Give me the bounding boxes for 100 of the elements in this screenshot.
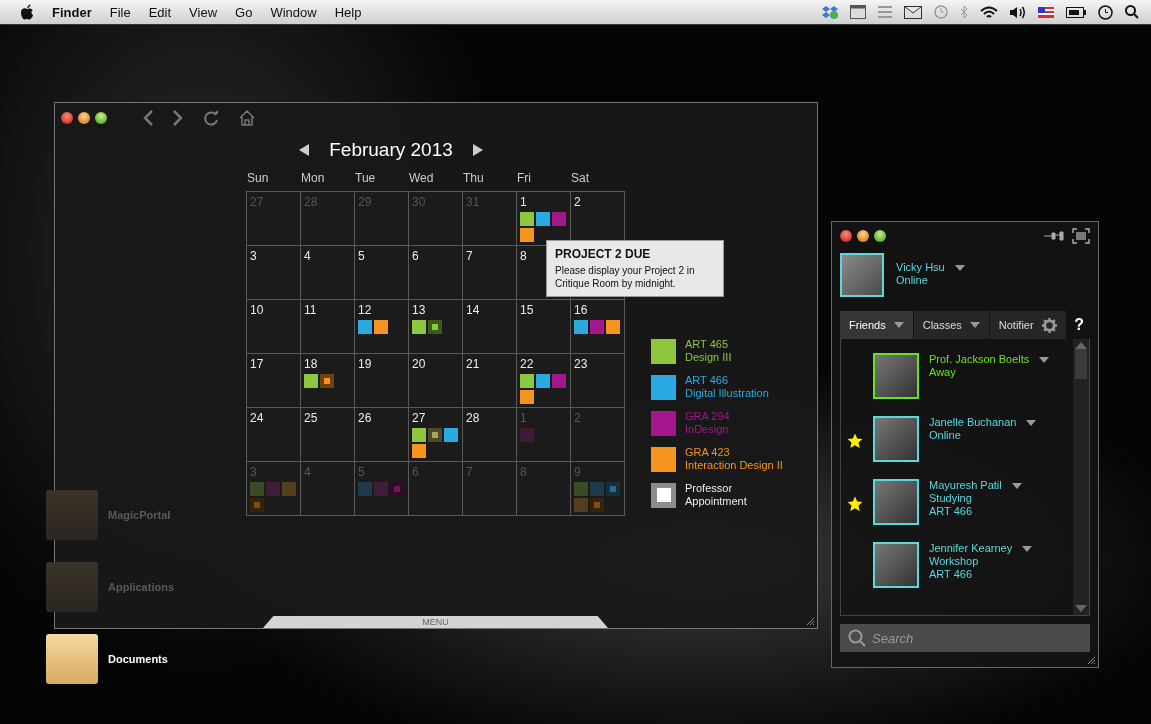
next-month-icon[interactable] [472,144,483,156]
appointment-marker[interactable] [606,482,620,496]
day-cell[interactable]: 17 [247,354,300,407]
day-cell[interactable]: 1 [517,192,570,245]
folder-icon[interactable] [46,490,98,540]
menu-item[interactable]: View [189,4,218,20]
day-cell[interactable]: 14 [463,300,516,353]
event-marker[interactable] [412,444,426,458]
event-marker[interactable] [444,428,458,442]
event-marker[interactable] [412,428,426,442]
help-button[interactable]: ? [1074,316,1084,334]
resize-grip-icon[interactable] [1087,656,1096,665]
bluetooth-icon[interactable] [960,5,968,19]
calendar-icon[interactable] [850,5,866,19]
forward-icon[interactable] [173,110,183,126]
event-marker[interactable] [520,390,534,404]
avatar-photo[interactable] [873,353,919,399]
mail-icon[interactable] [904,5,922,19]
appointment-marker[interactable] [428,320,442,334]
day-cell[interactable]: 21 [463,354,516,407]
avatar-photo[interactable] [873,542,919,588]
event-marker[interactable] [536,212,550,226]
day-cell[interactable]: 25 [301,408,354,461]
panel-tab[interactable]: Notifier [989,311,1066,339]
day-cell[interactable]: 11 [301,300,354,353]
friend-name[interactable]: Prof. Jackson Boelts [929,353,1030,366]
panel-tab[interactable]: Friends [840,311,913,339]
back-icon[interactable] [143,110,153,126]
day-cell[interactable]: 15 [517,300,570,353]
user-name[interactable]: Vicky Hsu [896,261,945,274]
reload-icon[interactable] [203,110,219,126]
minimize-button[interactable] [78,112,90,124]
home-icon[interactable] [239,110,255,126]
day-cell[interactable]: 20 [409,354,462,407]
event-marker[interactable] [552,374,566,388]
day-cell[interactable]: 7 [463,246,516,299]
resize-grip-icon[interactable] [806,617,815,626]
star-icon[interactable] [847,433,863,449]
scrollbar[interactable] [1073,339,1089,615]
appointment-marker[interactable] [320,374,334,388]
event-marker[interactable] [250,482,264,496]
day-cell[interactable]: 18 [301,354,354,407]
day-cell[interactable]: 26 [355,408,408,461]
menu-item[interactable]: Edit [148,4,172,20]
day-cell[interactable]: 16 [571,300,624,353]
scroll-thumb[interactable] [1075,349,1087,379]
search-icon[interactable] [1125,5,1139,19]
event-marker[interactable] [358,320,372,334]
minimize-button[interactable] [857,230,869,242]
desktop-icon-label[interactable]: Documents [108,653,168,665]
fullscreen-icon[interactable] [1072,228,1090,244]
event-marker[interactable] [358,482,372,496]
menu-item[interactable]: Help [334,4,362,20]
previous-month-icon[interactable] [299,144,310,156]
friend-name[interactable]: Mayuresh Patil [929,479,1002,492]
appointment-marker[interactable] [250,498,264,512]
day-cell[interactable]: 24 [247,408,300,461]
day-cell[interactable]: 10 [247,300,300,353]
day-cell[interactable]: 19 [355,354,408,407]
event-marker[interactable] [536,374,550,388]
event-marker[interactable] [574,482,588,496]
menu-item[interactable]: File [109,4,131,20]
appointment-marker[interactable] [590,498,604,512]
event-marker[interactable] [590,320,604,334]
friend-name[interactable]: Janelle Buchanan [929,416,1017,429]
day-cell[interactable]: 28 [463,408,516,461]
folder-icon[interactable] [46,634,98,684]
friend-name[interactable]: Jennifer Kearney [929,542,1013,555]
appointment-marker[interactable] [428,428,442,442]
panel-tab[interactable]: Classes [913,311,989,339]
battery-icon[interactable] [1066,6,1086,18]
menu-item[interactable]: Go [235,4,253,20]
clock-icon[interactable] [1098,4,1113,20]
close-button[interactable] [61,112,73,124]
event-marker[interactable] [374,320,388,334]
event-marker[interactable] [374,482,388,496]
event-marker[interactable] [520,228,534,242]
day-cell[interactable]: 23 [571,354,624,407]
day-cell[interactable]: 6 [409,246,462,299]
day-cell[interactable]: 3 [247,246,300,299]
day-cell[interactable]: 13 [409,300,462,353]
zoom-button[interactable] [95,112,107,124]
day-cell[interactable]: 27 [409,408,462,461]
day-cell[interactable]: 5 [355,246,408,299]
menu-tab[interactable]: MENU [263,616,608,628]
gear-icon[interactable] [1041,317,1057,333]
event-marker[interactable] [412,320,426,334]
apple-logo-icon[interactable] [20,4,34,20]
event-marker[interactable] [574,498,588,512]
day-cell[interactable]: 4 [301,246,354,299]
scroll-down-icon[interactable] [1075,605,1087,612]
pin-icon[interactable] [1044,231,1064,241]
day-cell[interactable]: 22 [517,354,570,407]
appointment-marker[interactable] [390,482,404,496]
event-marker[interactable] [520,374,534,388]
volume-icon[interactable] [1010,5,1026,19]
event-marker[interactable] [282,482,296,496]
event-marker[interactable] [606,320,620,334]
star-icon[interactable] [847,496,863,512]
event-marker[interactable] [590,482,604,496]
